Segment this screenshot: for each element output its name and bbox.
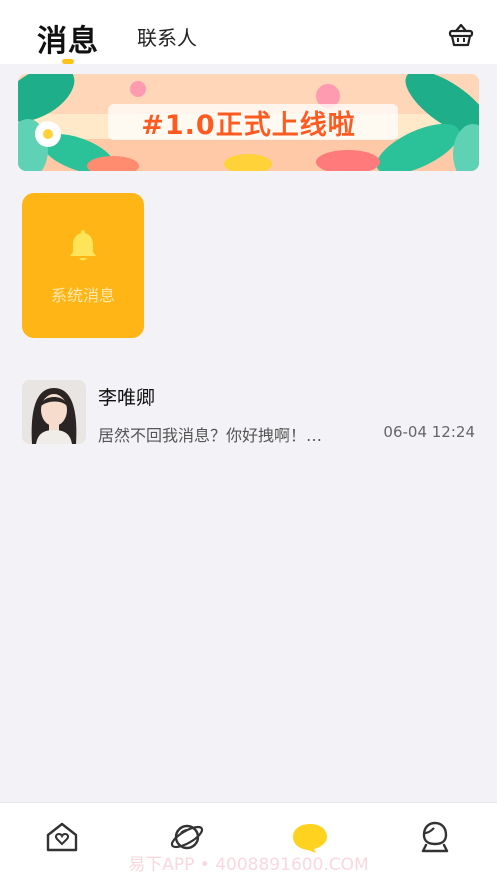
tab-contacts[interactable]: 联系人 <box>137 22 197 51</box>
conversation-row[interactable]: 李唯卿 居然不回我消息？你好拽啊！… 06-04 12:24 <box>22 380 477 446</box>
message-time: 06-04 12:24 <box>383 423 475 441</box>
contact-name: 李唯卿 <box>98 387 156 409</box>
message-preview: 居然不回我消息？你好拽啊！… <box>98 426 323 445</box>
watermark: 易下APP • 4008891600.COM <box>128 855 369 875</box>
tab-messages[interactable]: 消息 <box>37 16 99 60</box>
basket-icon[interactable] <box>447 21 475 49</box>
avatar <box>22 380 86 444</box>
banner-title: #1.0正式上线啦 <box>141 110 356 141</box>
promo-banner[interactable]: #1.0正式上线啦 <box>18 74 479 171</box>
system-messages-card[interactable]: 系统消息 <box>22 193 144 338</box>
top-header: 消息 联系人 <box>0 0 497 64</box>
tab-active-indicator <box>62 59 74 64</box>
system-messages-label: 系统消息 <box>50 286 115 305</box>
bell-icon <box>67 230 99 264</box>
